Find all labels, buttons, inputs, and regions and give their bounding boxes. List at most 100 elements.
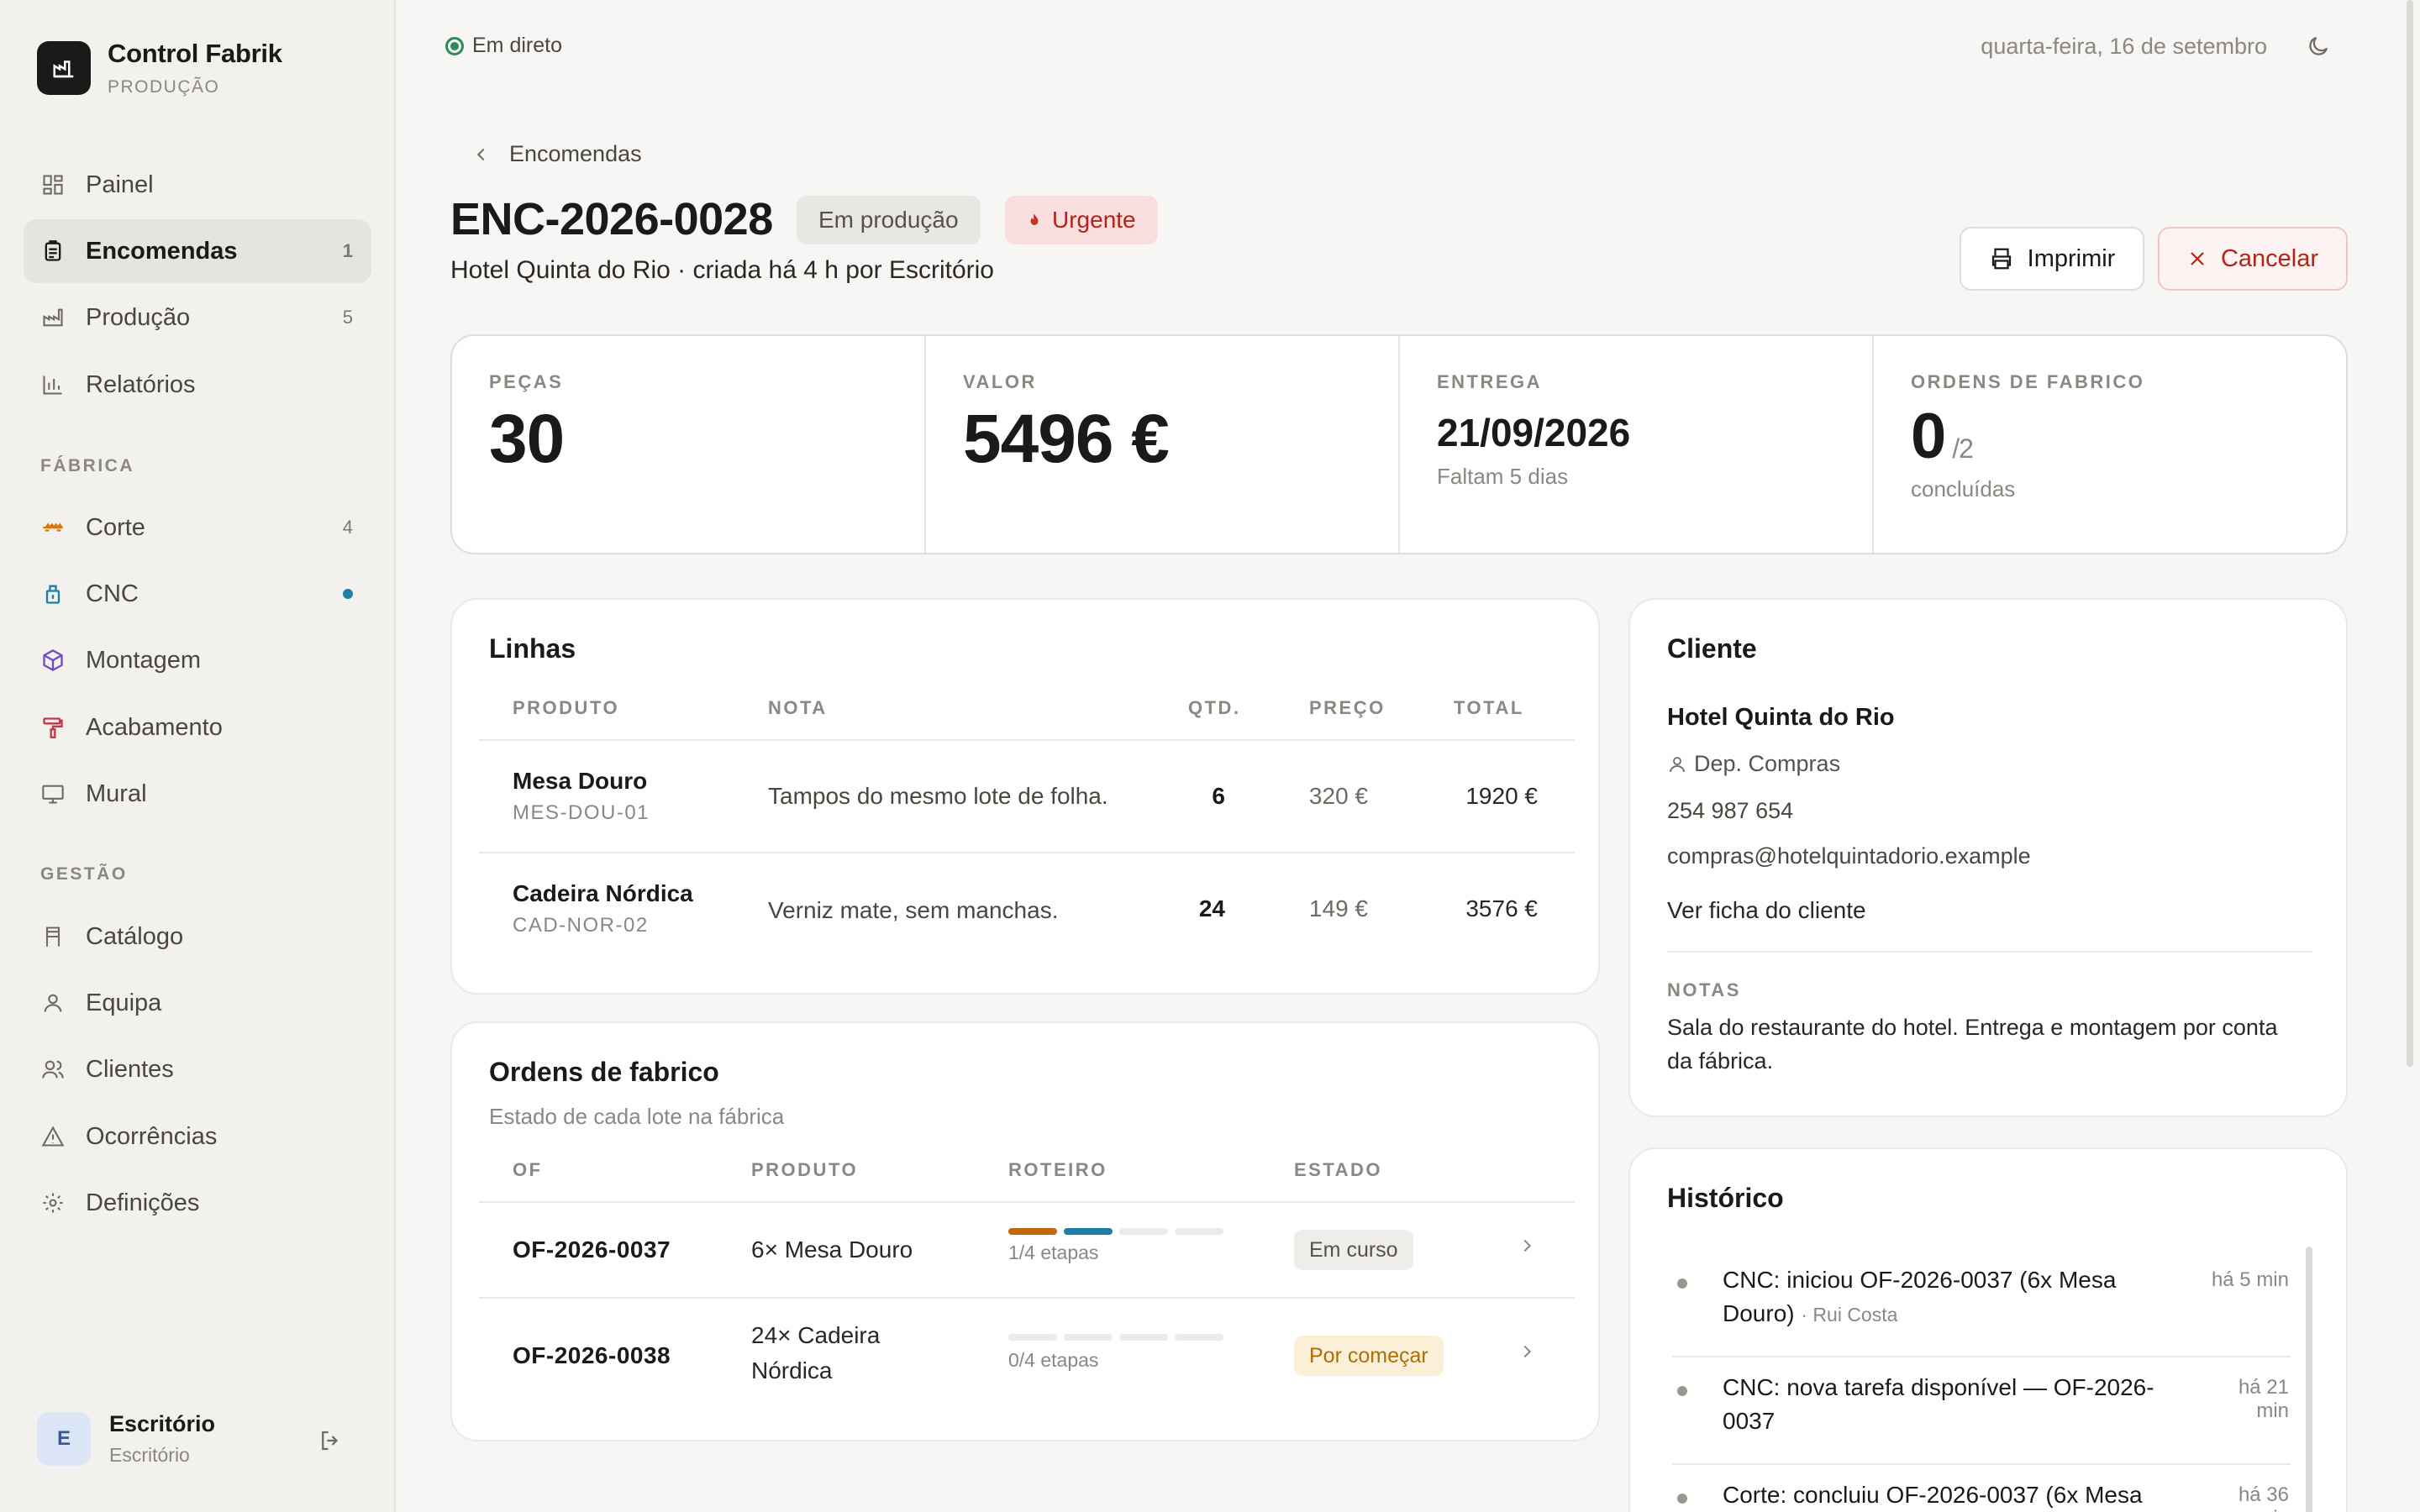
nav-item-cnc[interactable]: CNC [24, 562, 371, 626]
line-qty: 6 [1212, 783, 1225, 809]
work-order-id: OF-2026-0037 [513, 1236, 671, 1263]
user-role: Escritório [109, 1444, 190, 1466]
nav-item-mural[interactable]: Mural [24, 762, 371, 826]
line-note: Tampos do mesmo lote de folha. [768, 783, 1108, 809]
stat-delivery: ENTREGA 21/09/2026 Faltam 5 dias [1400, 336, 1874, 553]
col-header: PRODUTO [751, 1159, 859, 1180]
col-header: ROTEIRO [1008, 1159, 1107, 1180]
history-time: há 36 min [2238, 1483, 2289, 1512]
contact-label: Dep. Compras [1694, 751, 1841, 776]
stat-work-orders: ORDENS DE FABRICO 0/2 concluídas [1874, 336, 2346, 553]
factory-logo-icon [37, 41, 91, 95]
app-subtitle: PRODUÇÃO [108, 77, 220, 97]
order-subtitle: Hotel Quinta do Rio · criada há 4 h por … [450, 256, 994, 284]
line-note: Verniz mate, sem manchas. [768, 897, 1059, 923]
product-name: Mesa Douro [513, 768, 648, 794]
stat-total: /2 [1952, 433, 1974, 464]
chevron-right-icon[interactable] [1518, 1236, 1536, 1255]
stat-note: Faltam 5 dias [1437, 464, 1569, 489]
nav-item-corte[interactable]: Corte 4 [24, 496, 371, 559]
col-header: OF [513, 1159, 543, 1180]
section-label-fabrica: FÁBRICA [40, 456, 134, 475]
client-name: Hotel Quinta do Rio [1667, 704, 1895, 731]
nav-item-ocorrencias[interactable]: Ocorrências [24, 1105, 371, 1168]
history-time: há 21 min [2238, 1376, 2289, 1422]
nav-label: Corte [86, 513, 145, 541]
stage-label: 1/4 etapas [1008, 1242, 1099, 1263]
app-name: Control Fabrik [108, 39, 282, 68]
history-card: Histórico CNC: iniciou OF-2026-0037 (6x … [1628, 1147, 2348, 1512]
nav-item-acabamento[interactable]: Acabamento [24, 696, 371, 759]
moon-icon[interactable] [2306, 34, 2331, 59]
product-code: CAD-NOR-02 [513, 914, 649, 937]
client-email[interactable]: compras@hotelquintadorio.example [1667, 843, 2031, 869]
nav-item-relatorios[interactable]: Relatórios [24, 353, 371, 417]
col-header: ESTADO [1294, 1159, 1383, 1180]
chevron-right-icon[interactable] [1518, 1342, 1536, 1361]
nav-item-equipa[interactable]: Equipa [24, 971, 371, 1035]
stage-segment [1175, 1334, 1223, 1341]
col-header: PRODUTO [513, 697, 620, 718]
product-name: Cadeira Nórdica [513, 880, 693, 906]
stage-segment [1119, 1334, 1168, 1341]
priority-badge: Urgente [1005, 196, 1158, 244]
stage-progress [1008, 1228, 1223, 1235]
line-price: 149 € [1308, 895, 1368, 921]
nav-item-encomendas[interactable]: Encomendas 1 [24, 219, 371, 283]
col-header: PREÇO [1309, 697, 1386, 718]
current-date: quarta-feira, 16 de setembro [1981, 34, 2267, 59]
history-text: CNC: nova tarefa disponível — OF-2026- 00… [1723, 1371, 2176, 1438]
cnc-icon [40, 581, 66, 606]
nav-item-catalogo[interactable]: Catálogo [24, 905, 371, 969]
history-line-cont: Douro) [1723, 1300, 1795, 1326]
col-header: NOTA [768, 697, 828, 718]
paint-roller-icon [40, 715, 66, 740]
nav-item-definicoes[interactable]: Definições [24, 1171, 371, 1235]
cancel-label: Cancelar [2220, 244, 2319, 272]
live-status-label: Em direto [472, 34, 562, 57]
cancel-button[interactable]: Cancelar [2158, 227, 2348, 291]
client-notes-cont: da fábrica. [1667, 1048, 1774, 1074]
activity-dot [343, 589, 353, 599]
nav-label: Equipa [86, 989, 162, 1016]
status-badge: Em produção [797, 196, 981, 244]
avatar: E [37, 1412, 91, 1466]
stat-label: VALOR [963, 371, 1037, 392]
notes-label: NOTAS [1667, 979, 1741, 1000]
logout-icon[interactable] [318, 1428, 343, 1453]
nav-label: CNC [86, 580, 139, 607]
stat-value: 0/2 [1911, 400, 2346, 473]
close-icon [2191, 252, 2204, 265]
line-total: 1920 € [1465, 783, 1538, 809]
stage-segment [1119, 1228, 1168, 1235]
user-profile[interactable]: E Escritório Escritório [37, 1411, 215, 1467]
monitor-icon [40, 781, 66, 806]
client-notes: Sala do restaurante do hotel. Entrega e … [1667, 1015, 2278, 1040]
card-title: Linhas [489, 633, 576, 664]
work-order-id: OF-2026-0038 [513, 1342, 671, 1368]
card-title: Histórico [1667, 1183, 1784, 1213]
client-card: Cliente Hotel Quinta do Rio Dep. Compras… [1628, 598, 2348, 1117]
nav-label: Acabamento [86, 713, 223, 741]
nav-item-painel[interactable]: Painel [24, 153, 371, 217]
history-scrollbar[interactable] [2306, 1247, 2312, 1512]
user-name: Escritório [109, 1411, 216, 1436]
nav-item-clientes[interactable]: Clientes [24, 1037, 371, 1101]
breadcrumb-link: Encomendas [509, 141, 642, 166]
chair-icon [40, 924, 66, 949]
nav-label: Encomendas [86, 237, 238, 265]
client-profile-link[interactable]: Ver ficha do cliente [1667, 897, 1866, 924]
nav-item-producao[interactable]: Produção 5 [24, 286, 371, 349]
print-button[interactable]: Imprimir [1960, 227, 2144, 291]
breadcrumb[interactable]: Encomendas [472, 141, 642, 167]
nav-label: Clientes [86, 1055, 174, 1083]
bar-chart-icon [40, 372, 66, 397]
brand[interactable]: Control Fabrik PRODUÇÃO [37, 39, 282, 97]
nav-label: Catálogo [86, 922, 184, 950]
gear-icon [40, 1190, 66, 1215]
nav-item-montagem[interactable]: Montagem [24, 628, 371, 692]
work-orders-card: Ordens de fabrico Estado de cada lote na… [450, 1021, 1600, 1441]
scrollbar[interactable] [2407, 0, 2413, 1067]
stage-segment [1064, 1334, 1113, 1341]
client-phone: 254 987 654 [1667, 798, 1794, 823]
